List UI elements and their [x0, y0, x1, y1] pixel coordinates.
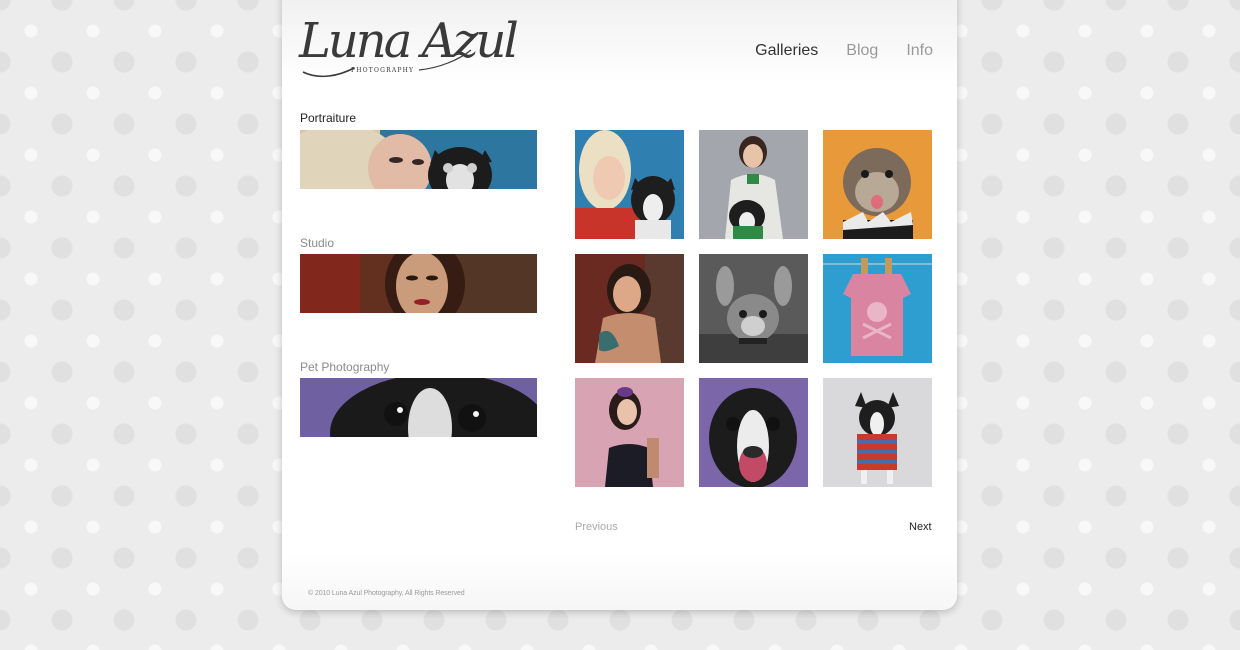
nav-info[interactable]: Info — [906, 42, 933, 60]
pet-banner-image — [300, 378, 537, 437]
previous-link[interactable]: Previous — [575, 521, 618, 533]
gallery-thumb-6[interactable] — [823, 254, 932, 363]
thumb-image — [575, 254, 684, 363]
gallery-thumb-9[interactable] — [823, 378, 932, 487]
category-banner-portraiture[interactable] — [300, 130, 537, 189]
nav-galleries[interactable]: Galleries — [755, 42, 818, 60]
thumb-image — [699, 130, 808, 239]
footer-copyright: © 2010 Luna Azul Photography, All Rights… — [308, 590, 465, 597]
thumb-image — [823, 378, 932, 487]
next-link[interactable]: Next — [909, 521, 932, 533]
gallery-thumb-7[interactable] — [575, 378, 684, 487]
logo-text: Luna Azul — [299, 13, 519, 69]
category-banner-pet-photography[interactable] — [300, 378, 537, 437]
nav-blog[interactable]: Blog — [846, 42, 878, 60]
gallery-thumb-2[interactable] — [699, 130, 808, 239]
logo-tagline: PHOTOGRAPHY — [351, 67, 415, 74]
category-label-studio[interactable]: Studio — [300, 236, 334, 250]
logo[interactable]: Luna Azul PHOTOGRAPHY — [299, 10, 519, 82]
thumb-image — [699, 254, 808, 363]
gallery-thumb-5[interactable] — [699, 254, 808, 363]
studio-banner-image — [300, 254, 537, 313]
thumb-image — [823, 130, 932, 239]
gallery-thumb-1[interactable] — [575, 130, 684, 239]
category-label-pet-photography[interactable]: Pet Photography — [300, 360, 389, 374]
thumb-image — [699, 378, 808, 487]
gallery-thumb-8[interactable] — [699, 378, 808, 487]
portraiture-banner-image — [300, 130, 537, 189]
gallery-thumb-4[interactable] — [575, 254, 684, 363]
gallery-thumb-3[interactable] — [823, 130, 932, 239]
category-label-portraiture[interactable]: Portraiture — [300, 111, 356, 125]
main-nav: Galleries Blog Info — [755, 42, 933, 60]
thumb-image — [575, 378, 684, 487]
category-banner-studio[interactable] — [300, 254, 537, 313]
thumb-image — [823, 254, 932, 363]
thumb-image — [575, 130, 684, 239]
